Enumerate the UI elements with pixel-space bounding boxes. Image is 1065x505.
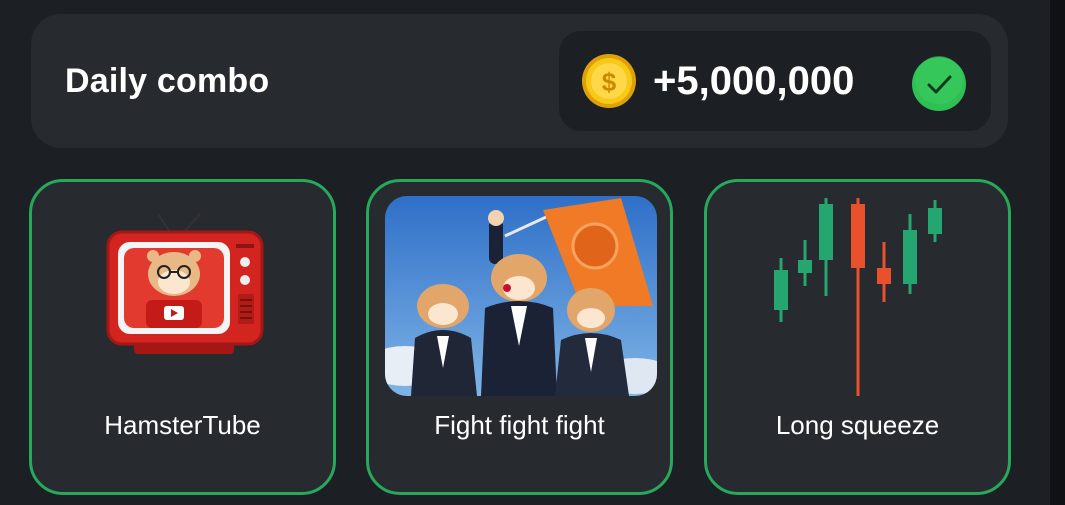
checkmark-icon bbox=[912, 56, 966, 111]
reward-panel: $ +5,000,000 bbox=[559, 31, 991, 131]
card-label: HamsterTube bbox=[104, 410, 261, 440]
card-label: Fight fight fight bbox=[434, 410, 605, 440]
daily-combo-header: Daily combo $ +5,000,000 bbox=[31, 14, 1008, 148]
candlestick-chart-icon bbox=[774, 198, 942, 396]
combo-card-hamstertube[interactable]: HamsterTube bbox=[29, 179, 336, 495]
combo-card-long-squeeze[interactable]: Long squeeze bbox=[704, 179, 1011, 495]
scrollbar-track bbox=[1050, 0, 1065, 505]
svg-text:$: $ bbox=[602, 67, 617, 97]
hamsters-flag-image bbox=[385, 196, 657, 396]
combo-card-fight[interactable]: Fight fight fight bbox=[366, 179, 673, 495]
reward-amount: +5,000,000 bbox=[653, 59, 855, 103]
card-label: Long squeeze bbox=[775, 410, 940, 440]
coin-icon: $ bbox=[582, 54, 636, 108]
daily-combo-title: Daily combo bbox=[65, 62, 270, 100]
tv-hamster-icon bbox=[106, 213, 264, 354]
